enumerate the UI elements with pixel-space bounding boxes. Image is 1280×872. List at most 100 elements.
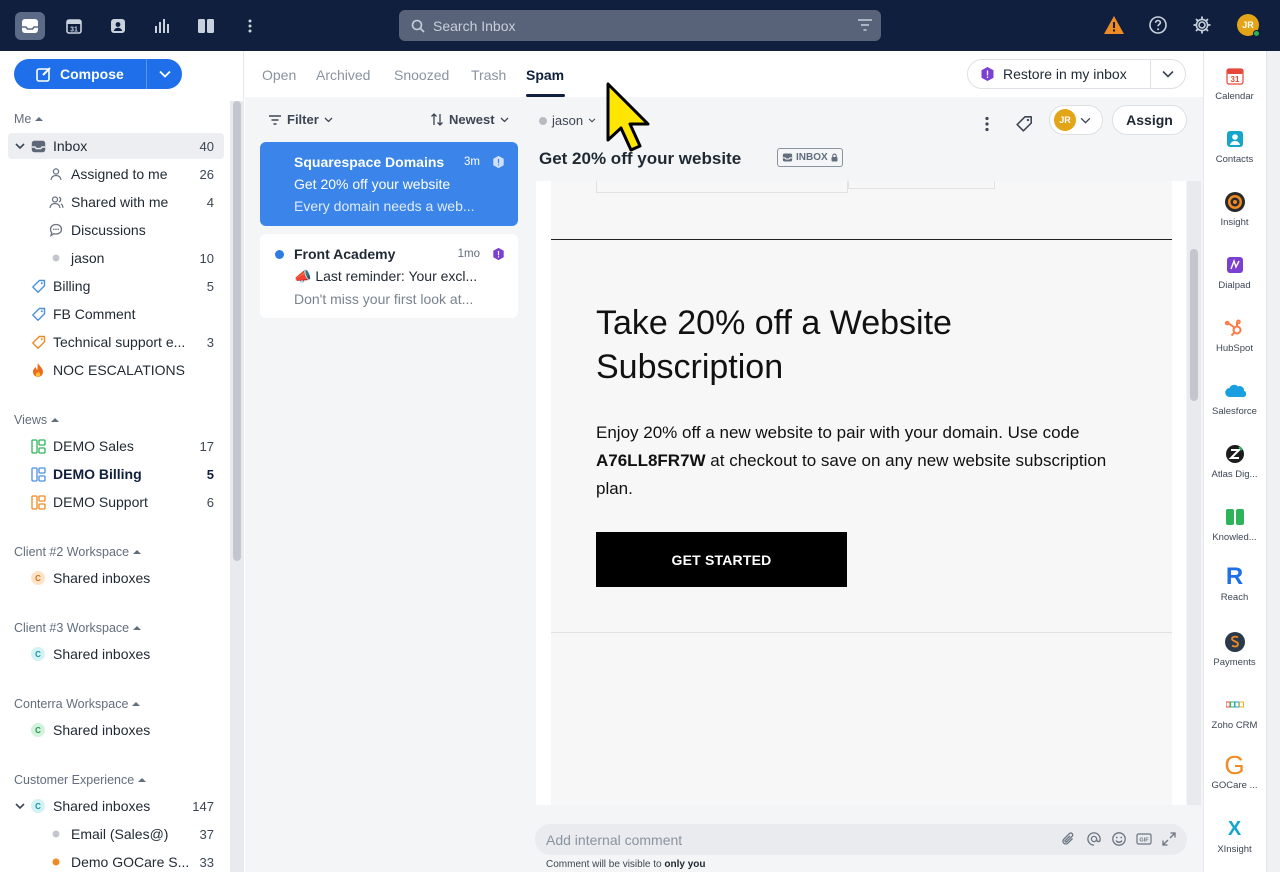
svg-text:31: 31 xyxy=(70,27,78,34)
section-header-client-2-workspace[interactable]: Client #2 Workspace xyxy=(14,545,142,559)
chevron-down-icon[interactable] xyxy=(12,798,28,814)
sidebar-item-shared-inboxes[interactable]: C Shared inboxes xyxy=(8,565,224,591)
spam-shield-icon xyxy=(980,66,995,82)
message-list-item[interactable]: Front Academy 1mo 📣 Last reminder: Your … xyxy=(260,234,518,318)
app-insight[interactable]: Insight xyxy=(1203,191,1266,228)
section-header-views[interactable]: Views xyxy=(14,413,60,427)
assignee-selector[interactable]: jason xyxy=(539,113,596,128)
inbox-icon[interactable] xyxy=(15,12,45,40)
app-atlas-digital[interactable]: Atlas Dig... xyxy=(1203,443,1266,480)
app-reach[interactable]: R Reach xyxy=(1203,563,1266,603)
app-gocare[interactable]: G GOCare ... xyxy=(1203,750,1266,792)
sidebar-item-label: Technical support e... xyxy=(53,334,186,350)
sidebar-item-billing[interactable]: Billing 5 xyxy=(8,273,224,299)
expand-icon[interactable] xyxy=(1161,831,1177,847)
tab-open[interactable]: Open xyxy=(262,67,296,83)
app-rail-scrollbar[interactable] xyxy=(1266,51,1280,872)
app-xinsight[interactable]: X XInsight xyxy=(1203,818,1266,856)
sidebar-view-demo-sales[interactable]: DEMO Sales 17 xyxy=(8,433,224,459)
compose-options-chevron-icon[interactable] xyxy=(147,70,182,78)
chevron-down-icon xyxy=(324,117,333,122)
tab-spam[interactable]: Spam xyxy=(526,67,564,83)
inbox-tag[interactable]: INBOX xyxy=(777,148,843,167)
sidebar-item-jason[interactable]: jason 10 xyxy=(8,245,224,271)
sidebar-item-fb-comment[interactable]: FB Comment xyxy=(8,301,224,327)
sidebar-item-shared-inboxes[interactable]: C Shared inboxes 147 xyxy=(8,793,224,819)
fire-icon xyxy=(30,362,46,378)
user-avatar[interactable]: JR xyxy=(1236,13,1260,37)
section-header-client-3-workspace[interactable]: Client #3 Workspace xyxy=(14,621,142,635)
restore-options-chevron-icon[interactable] xyxy=(1151,70,1185,78)
app-salesforce[interactable]: Salesforce xyxy=(1203,380,1266,417)
chevron-down-icon xyxy=(588,118,596,123)
assign-button[interactable]: Assign xyxy=(1112,105,1187,135)
view-icon xyxy=(30,438,46,454)
sidebar-item-count: 6 xyxy=(206,494,214,510)
section-header-customer-experience[interactable]: Customer Experience xyxy=(14,773,147,787)
tab-snoozed[interactable]: Snoozed xyxy=(394,67,449,83)
section-title: Me xyxy=(14,112,32,126)
tag-icon xyxy=(30,334,46,350)
filter-button[interactable]: Filter xyxy=(268,112,333,127)
sort-icon xyxy=(431,113,443,126)
warning-icon[interactable] xyxy=(1102,13,1126,37)
contacts-icon[interactable] xyxy=(103,12,133,40)
sidebar-item-shared-inboxes[interactable]: C Shared inboxes xyxy=(8,717,224,743)
app-calendar[interactable]: 31 Calendar xyxy=(1203,65,1266,102)
contacts-icon xyxy=(1224,128,1246,150)
sidebar-item-technical-support[interactable]: Technical support e... 3 xyxy=(8,329,224,355)
knowledge-base-icon xyxy=(1224,506,1246,528)
sidebar-scrollbar-thumb[interactable] xyxy=(233,101,241,561)
sidebar-item-email-sales[interactable]: Email (Sales@) 37 xyxy=(8,821,224,847)
app-zoho-crm[interactable]: Zoho CRM xyxy=(1203,694,1266,731)
chevron-down-icon[interactable] xyxy=(12,138,28,154)
section-header-me[interactable]: Me xyxy=(14,112,44,126)
settings-gear-icon[interactable] xyxy=(1190,13,1214,37)
search-filter-icon[interactable] xyxy=(857,18,873,32)
sidebar-item-inbox[interactable]: Inbox 40 xyxy=(8,133,224,159)
sidebar-item-shared-inboxes[interactable]: C Shared inboxes xyxy=(8,641,224,667)
more-actions-icon[interactable] xyxy=(976,110,998,138)
reach-r-icon: R xyxy=(1225,563,1244,590)
knowledge-base-icon[interactable] xyxy=(191,12,221,40)
attachment-icon[interactable] xyxy=(1061,831,1077,847)
sort-button[interactable]: Newest xyxy=(430,112,509,127)
email-scrollbar[interactable] xyxy=(1187,181,1201,805)
inbox-tag-label: INBOX xyxy=(796,152,828,163)
app-knowledge-base[interactable]: Knowled... xyxy=(1203,506,1266,543)
app-dialpad[interactable]: Dialpad xyxy=(1203,254,1266,291)
compose-button[interactable]: Compose xyxy=(14,59,182,89)
comment-visibility-note: Comment will be visible to only you xyxy=(546,859,706,870)
calendar-icon[interactable]: 31 xyxy=(59,12,89,40)
internal-comment-input[interactable]: Add internal comment GIF xyxy=(535,824,1187,855)
message-list-item[interactable]: Squarespace Domains 3m Get 20% off your … xyxy=(260,142,518,226)
more-options-icon[interactable] xyxy=(235,12,265,40)
sidebar-item-discussions[interactable]: Discussions xyxy=(8,217,224,243)
assignee-avatar-button[interactable]: JR xyxy=(1049,105,1103,135)
message-subject: Get 20% off your website xyxy=(294,176,451,192)
restore-in-my-inbox-button[interactable]: Restore in my inbox xyxy=(967,59,1186,89)
sidebar-item-label: Shared with me xyxy=(71,194,169,210)
analytics-icon[interactable] xyxy=(147,12,177,40)
avatar: JR xyxy=(1054,109,1076,131)
app-contacts[interactable]: Contacts xyxy=(1203,128,1266,165)
app-hubspot[interactable]: HubSpot xyxy=(1203,317,1266,354)
tab-trash[interactable]: Trash xyxy=(471,67,506,83)
sidebar-view-demo-support[interactable]: DEMO Support 6 xyxy=(8,489,224,515)
help-icon[interactable] xyxy=(1146,13,1170,37)
search-input[interactable]: Search Inbox xyxy=(399,10,881,41)
email-scrollbar-thumb[interactable] xyxy=(1190,249,1198,401)
emoji-icon[interactable] xyxy=(1111,831,1127,847)
app-payments[interactable]: Payments xyxy=(1203,631,1266,668)
sidebar-item-demo-gocare[interactable]: Demo GOCare S... 33 xyxy=(8,849,224,872)
get-started-button[interactable]: GET STARTED xyxy=(596,532,847,587)
tab-archived[interactable]: Archived xyxy=(316,67,370,83)
sidebar-item-noc-escalations[interactable]: NOC ESCALATIONS xyxy=(8,357,224,383)
sidebar-view-demo-billing[interactable]: DEMO Billing 5 xyxy=(8,461,224,487)
sidebar-item-assigned-to-me[interactable]: Assigned to me 26 xyxy=(8,161,224,187)
gif-icon[interactable]: GIF xyxy=(1136,831,1152,847)
section-header-conterra-workspace[interactable]: Conterra Workspace xyxy=(14,697,141,711)
sidebar-item-shared-with-me[interactable]: Shared with me 4 xyxy=(8,189,224,215)
tag-icon[interactable] xyxy=(1012,110,1036,138)
mention-icon[interactable] xyxy=(1086,831,1102,847)
